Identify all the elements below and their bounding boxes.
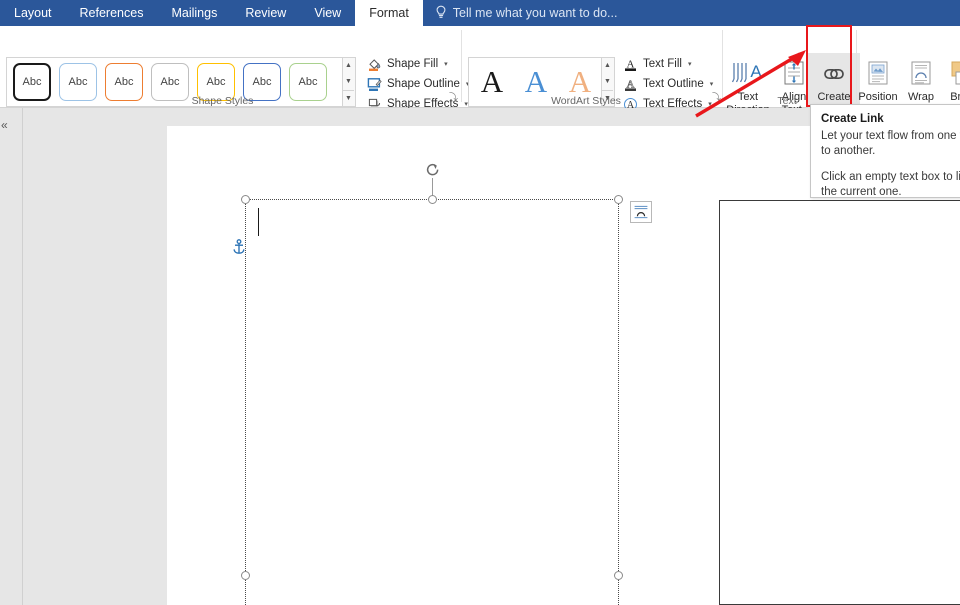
tooltip-line-2: to another. [821, 145, 876, 157]
bring-forward-label-1: Brin [950, 91, 960, 103]
word-window: Layout References Mailings Review View F… [0, 0, 960, 605]
text-outline-button[interactable]: A Text Outline ▾ [620, 74, 716, 94]
tell-me-label: Tell me what you want to do... [452, 6, 618, 20]
text-outline-label: Text Outline [643, 78, 704, 90]
shape-fill-label: Shape Fill [387, 58, 439, 70]
shape-fill-icon [367, 57, 382, 72]
lightbulb-icon [435, 5, 447, 22]
tab-format[interactable]: Format [355, 0, 423, 26]
tab-review[interactable]: Review [231, 0, 300, 26]
wordart-styles-group-label: WordArt Styles [551, 95, 621, 107]
gallery-more-button[interactable]: ▼ [343, 90, 354, 106]
wrap-text-label-1: Wrap [907, 91, 935, 103]
gallery-scroll-down-button[interactable]: ▼ [602, 74, 613, 90]
gallery-scroll-up-button[interactable]: ▲ [602, 58, 613, 74]
text-fill-button[interactable]: A Text Fill ▾ [620, 54, 695, 74]
shape-styles-group-label: Shape Styles [191, 95, 254, 107]
tab-view[interactable]: View [300, 0, 355, 26]
tooltip-title: Create Link [821, 113, 884, 125]
shape-styles-dialog-launcher[interactable]: ⤵ [448, 92, 459, 103]
tooltip-line-3: Click an empty text box to link [821, 171, 960, 183]
align-text-icon [779, 57, 809, 91]
tooltip-line-1: Let your text flow from one tex [821, 130, 960, 142]
tab-references[interactable]: References [66, 0, 158, 26]
tab-mailings[interactable]: Mailings [157, 0, 231, 26]
canvas-divider [22, 108, 23, 605]
wrap-text-icon [907, 57, 935, 91]
layout-options-icon[interactable] [630, 201, 652, 223]
tab-layout[interactable]: Layout [0, 0, 66, 26]
shape-fill-button[interactable]: Shape Fill ▾ [364, 54, 451, 74]
ribbon-tab-strip: Layout References Mailings Review View F… [0, 0, 960, 26]
create-link-icon [819, 57, 849, 91]
text-fill-icon: A [623, 57, 638, 72]
tell-me-search[interactable]: Tell me what you want to do... [423, 0, 628, 26]
text-outline-icon: A [623, 77, 638, 92]
group-separator [461, 30, 462, 102]
position-icon [864, 57, 892, 91]
shape-style-thumb[interactable]: Abc [59, 63, 97, 101]
tooltip-spacer [821, 159, 959, 170]
shape-outline-label: Shape Outline [387, 78, 460, 90]
tooltip-line-4: the current one. [821, 186, 902, 198]
text-direction-icon: A [731, 57, 765, 91]
text-fill-label: Text Fill [643, 58, 682, 70]
gallery-scroll-up-button[interactable]: ▲ [343, 58, 354, 74]
create-link-tooltip: Create Link Let your text flow from one … [810, 104, 960, 198]
shape-outline-button[interactable]: Shape Outline ▾ [364, 74, 472, 94]
text-box-empty[interactable] [719, 200, 960, 605]
shape-style-thumb[interactable]: Abc [13, 63, 51, 101]
chevron-down-icon[interactable]: ▾ [710, 80, 714, 88]
wordart-styles-dialog-launcher[interactable]: ⤵ [711, 92, 722, 103]
bring-forward-icon [946, 57, 960, 91]
svg-text:A: A [750, 62, 762, 81]
chevron-down-icon[interactable]: ▾ [444, 60, 448, 68]
ribbon: Abc Abc Abc Abc Abc Abc Abc ▲ ▼ ▼ Shape … [0, 26, 960, 131]
shape-styles-scrollbar[interactable]: ▲ ▼ ▼ [343, 57, 356, 107]
gallery-scroll-down-button[interactable]: ▼ [343, 74, 354, 90]
shape-outline-icon [367, 77, 382, 92]
position-label-1: Position [858, 91, 898, 103]
chevron-down-icon[interactable]: ▾ [688, 60, 692, 68]
navigation-collapse-icon[interactable]: « [1, 118, 8, 132]
